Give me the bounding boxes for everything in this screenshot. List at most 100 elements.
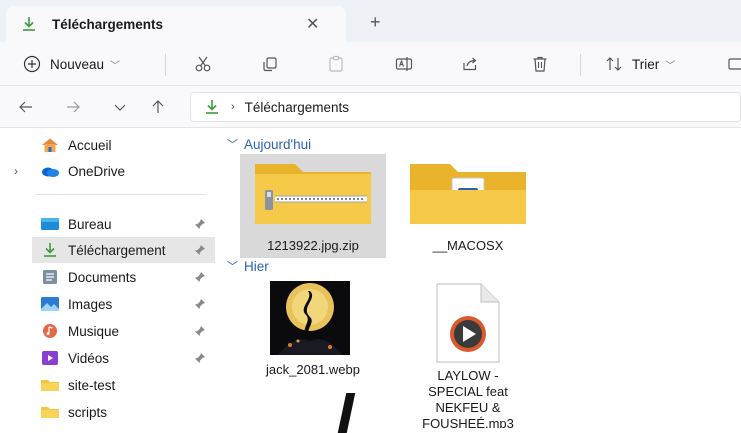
cut-button[interactable]	[193, 42, 213, 86]
sidebar-item-label: scripts	[68, 404, 108, 420]
chevron-down-icon	[114, 104, 126, 111]
sidebar-item-images[interactable]: Images	[0, 291, 215, 317]
navigation-pane: Accueil › OneDrive Bureau Téléchargement	[0, 128, 215, 433]
pin-icon	[195, 245, 205, 255]
tab-title: Téléchargements	[52, 16, 164, 32]
sidebar-item-bureau[interactable]: Bureau	[0, 211, 215, 237]
sort-label: Trier	[632, 56, 660, 72]
new-tab-button[interactable]: +	[370, 12, 381, 33]
file-name-line: FOUSHEÉ.mp3	[422, 416, 514, 428]
images-icon	[41, 297, 59, 311]
share-icon	[463, 57, 477, 71]
sidebar-item-accueil[interactable]: Accueil	[0, 132, 215, 158]
chevron-down-icon: ﹀	[665, 60, 676, 72]
documents-icon	[43, 270, 57, 284]
new-label: Nouveau	[50, 56, 105, 72]
group-label: Aujourd'hui	[244, 136, 312, 152]
image-thumbnail	[270, 281, 350, 355]
sort-icon	[606, 57, 622, 71]
chevron-down-icon: ﹀	[227, 139, 238, 151]
sidebar-item-label: site-test	[68, 377, 116, 393]
file-name-line: SPECIAL feat	[428, 384, 508, 399]
file-name: jack_2081.webp	[266, 362, 360, 377]
file-item-zip[interactable]: 1213922.jpg.zip	[240, 154, 386, 258]
back-button[interactable]	[14, 95, 38, 119]
arrow-left-icon	[19, 101, 32, 113]
breadcrumb-separator: ›	[231, 101, 235, 113]
pin-icon	[195, 353, 205, 363]
plus-circle-icon	[23, 55, 41, 73]
sidebar-item-documents[interactable]: Documents	[0, 264, 215, 290]
file-name-line: NEKFEU &	[435, 400, 501, 415]
download-icon	[44, 243, 56, 257]
tab-bar: Téléchargements ✕ +	[0, 0, 741, 42]
chevron-down-icon: ﹀	[110, 60, 121, 72]
copy-icon	[263, 57, 277, 72]
divider	[580, 54, 581, 76]
up-button[interactable]	[146, 95, 170, 119]
cloud-icon	[42, 167, 59, 177]
address-bar[interactable]: › Téléchargements	[190, 92, 741, 122]
desktop-icon	[41, 218, 59, 230]
pin-icon	[195, 326, 205, 336]
audio-file-icon	[436, 283, 500, 363]
file-name: 1213922.jpg.zip	[267, 238, 359, 253]
chevron-down-icon: ﹀	[227, 261, 238, 273]
home-icon	[42, 138, 58, 152]
group-header-today[interactable]: ﹀ Aujourd'hui	[227, 136, 311, 152]
sidebar-item-label: Documents	[68, 269, 137, 285]
sidebar-item-site-test[interactable]: site-test	[0, 372, 215, 398]
arrow-up-icon	[152, 100, 164, 113]
sidebar-item-label: Images	[68, 296, 113, 312]
sort-button[interactable]: Trier ﹀	[604, 42, 675, 86]
view-icon	[728, 58, 741, 70]
file-item-webp[interactable]: jack_2081.webp	[240, 278, 386, 378]
download-icon	[23, 17, 35, 31]
sidebar-item-label: Accueil	[68, 137, 112, 153]
breadcrumb-telechargements[interactable]: Téléchargements	[245, 100, 349, 115]
sidebar-item-scripts[interactable]: scripts	[0, 399, 215, 425]
copy-button[interactable]	[260, 42, 280, 86]
arrow-right-icon	[67, 101, 80, 113]
rename-button[interactable]	[394, 42, 414, 86]
group-label: Hier	[244, 258, 269, 274]
paste-icon	[329, 55, 343, 72]
zip-folder-icon	[255, 164, 371, 224]
sidebar-item-musique[interactable]: Musique	[0, 318, 215, 344]
sidebar-item-label: Musique	[68, 323, 120, 339]
rename-icon	[395, 57, 413, 71]
sidebar-item-label: Bureau	[68, 216, 112, 232]
new-button[interactable]: Nouveau ﹀	[22, 42, 120, 86]
file-name-line: LAYLOW -	[437, 368, 499, 383]
sidebar-item-label: OneDrive	[68, 163, 126, 179]
close-tab-icon[interactable]: ✕	[306, 14, 319, 34]
file-item-mp3[interactable]: LAYLOW - SPECIAL feat NEKFEU & FOUSHEÉ.m…	[395, 278, 541, 428]
share-button[interactable]	[460, 42, 480, 86]
divider	[165, 54, 166, 76]
folder-icon	[41, 380, 59, 391]
sidebar-item-videos[interactable]: Vidéos	[0, 345, 215, 371]
folder-icon	[41, 407, 59, 418]
forward-button[interactable]	[61, 95, 85, 119]
delete-icon	[533, 56, 547, 72]
sidebar-item-telechargement[interactable]: Téléchargement	[32, 237, 215, 263]
paste-button[interactable]	[326, 42, 346, 86]
file-view: ﹀ Aujourd'hui 1213922.jpg.zip __MACOSX ﹀…	[215, 128, 741, 433]
tab-telechargements[interactable]: Téléchargements ✕	[6, 6, 346, 42]
group-header-yesterday[interactable]: ﹀ Hier	[227, 258, 269, 274]
sidebar-item-label: Téléchargement	[68, 242, 166, 258]
divider	[36, 194, 206, 195]
videos-icon	[42, 351, 58, 365]
sidebar-item-onedrive[interactable]: › OneDrive	[0, 158, 215, 184]
view-button[interactable]	[726, 42, 741, 86]
pin-icon	[195, 272, 205, 282]
music-icon	[43, 324, 57, 338]
file-item-macosx[interactable]: __MACOSX	[395, 154, 541, 258]
folder-icon	[410, 164, 526, 224]
chevron-right-icon[interactable]: ›	[14, 164, 18, 178]
delete-button[interactable]	[530, 42, 550, 86]
recent-locations-button[interactable]	[108, 95, 132, 119]
pin-icon	[195, 299, 205, 309]
cut-icon	[195, 56, 211, 72]
navigation-bar: › Téléchargements	[0, 86, 741, 128]
